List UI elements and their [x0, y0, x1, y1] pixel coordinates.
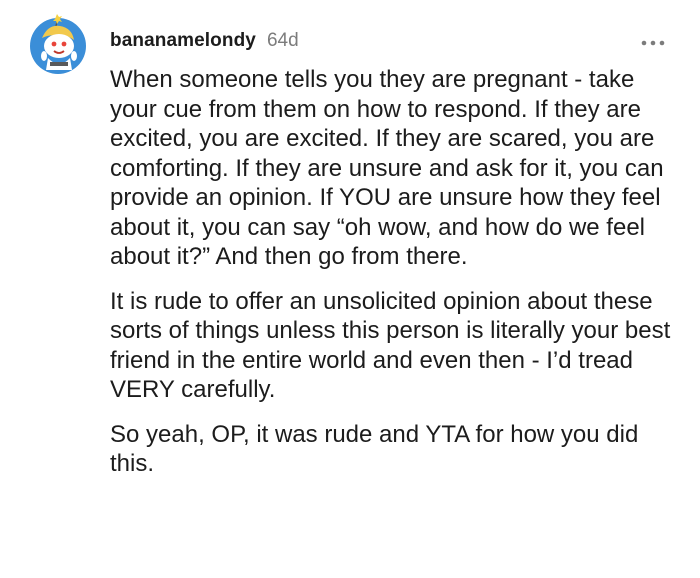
more-options-icon: [641, 40, 665, 46]
username-link[interactable]: bananamelondy: [110, 30, 256, 52]
comment-timestamp: 64d: [266, 30, 299, 51]
more-options-button[interactable]: [638, 34, 668, 52]
comment-header: bananamelondy 64d: [110, 30, 299, 58]
comment-paragraph: So yeah, OP, it was rude and YTA for how…: [110, 420, 639, 478]
comment-paragraph: When someone tells you they are pregnant…: [110, 66, 664, 270]
comment: bananamelondy 64d When someone tells you…: [0, 0, 700, 578]
comment-paragraph: It is rude to offer an unsolicited opini…: [110, 287, 671, 404]
snoo-avatar-icon: [30, 14, 86, 74]
comment-body: When someone tells you they are pregnant…: [110, 65, 682, 479]
user-avatar[interactable]: [26, 12, 90, 76]
